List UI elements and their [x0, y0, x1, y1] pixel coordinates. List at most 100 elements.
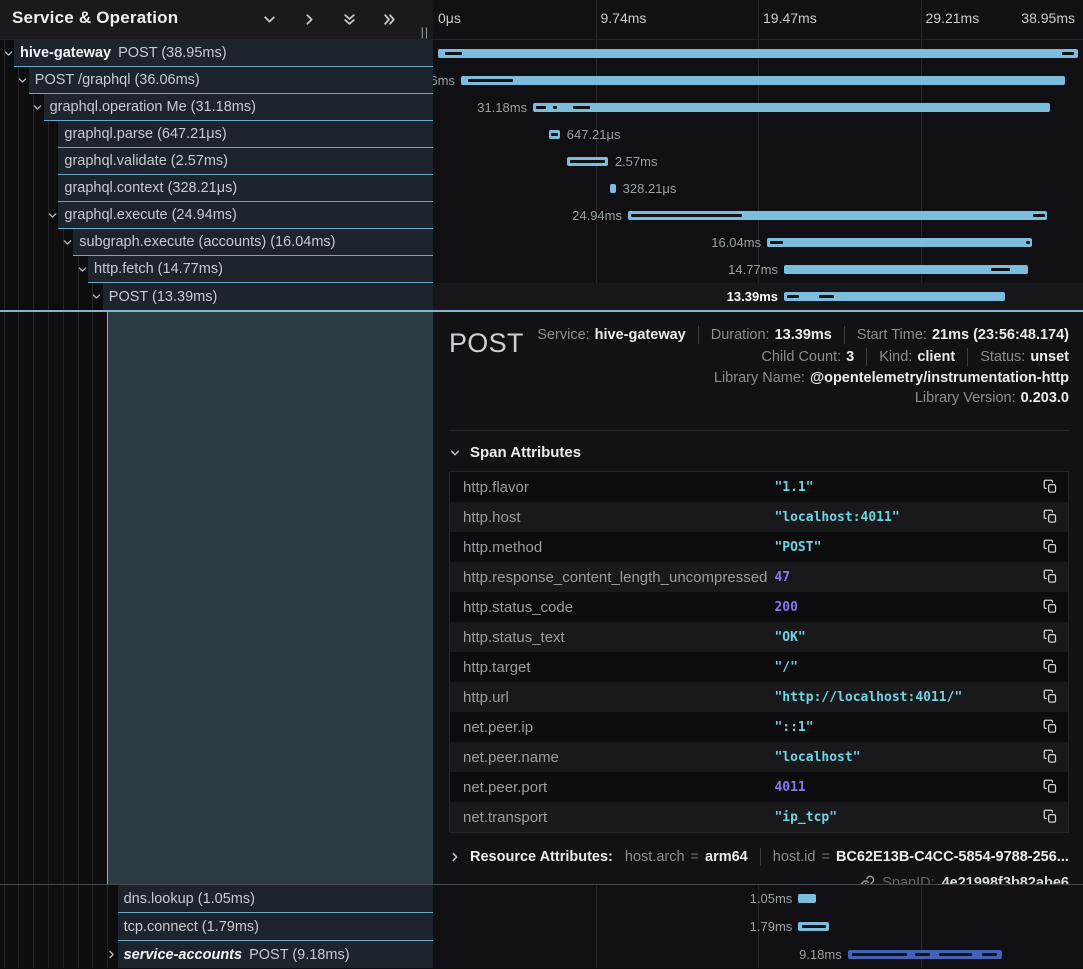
span-label: subgraph.execute (accounts) (16.04ms)	[73, 234, 335, 250]
span-operation-name: POST (13.39ms)	[109, 289, 218, 305]
chevron-down-icon[interactable]	[2, 48, 14, 59]
span-row[interactable]: graphql.execute (24.94ms)	[58, 202, 433, 229]
attribute-key: http.status_text	[450, 629, 565, 646]
trace-viewer-window: Service & Operation || 0μs9.74ms19.47ms2…	[0, 0, 1083, 968]
span-bar-row[interactable]: 16.04ms	[433, 229, 1083, 256]
copy-icon[interactable]	[1043, 659, 1058, 674]
span-row[interactable]: http.fetch (14.77ms)	[88, 256, 433, 283]
span-row[interactable]: graphql.context (328.21μs)	[58, 175, 433, 202]
double-chevron-down-icon[interactable]	[342, 12, 357, 27]
span-label: http.fetch (14.77ms)	[88, 261, 223, 277]
overview-item-label: Service:	[537, 327, 589, 343]
span-bar[interactable]	[798, 894, 816, 903]
copy-icon[interactable]	[1043, 779, 1058, 794]
resource-attribute-item: host.id=BC62E13B-C4CC-5854-9788-256...	[773, 849, 1069, 865]
detail-overview: Service:hive-gatewayDuration:13.39msStar…	[537, 326, 1069, 406]
copy-icon[interactable]	[1043, 479, 1058, 494]
overview-item-value: 13.39ms	[775, 327, 832, 343]
copy-icon[interactable]	[1043, 509, 1058, 524]
span-bar-row[interactable]: 31.18ms	[433, 94, 1083, 121]
span-attributes-section: Span Attributes http.flavor"1.1"http.hos…	[449, 430, 1069, 833]
span-duration-label: 16.04ms	[711, 235, 761, 250]
indent-guide	[33, 312, 34, 884]
chevron-right-icon[interactable]	[302, 12, 317, 27]
span-detail-left-gutter	[0, 312, 433, 884]
resource-attribute-value: BC62E13B-C4CC-5854-9788-256...	[836, 849, 1069, 865]
span-row[interactable]: service-accountsPOST (9.18ms)	[118, 941, 433, 968]
span-row[interactable]: graphql.validate (2.57ms)	[58, 148, 433, 175]
span-bar-row[interactable]: 1.79ms	[433, 913, 1083, 941]
chevron-down-icon[interactable]	[262, 12, 277, 27]
span-detail-section: POST Service:hive-gatewayDuration:13.39m…	[0, 310, 1083, 884]
overview-line: Library Name:@opentelemetry/instrumentat…	[714, 370, 1069, 386]
attribute-row: net.peer.ip"::1"	[450, 712, 1068, 742]
span-bar-row[interactable]: 9.18ms	[433, 941, 1083, 969]
span-bar[interactable]	[438, 49, 1078, 58]
span-bar-row[interactable]: 2.57ms	[433, 148, 1083, 175]
attribute-key: net.peer.name	[450, 749, 559, 766]
resource-attribute-key: host.id	[773, 849, 816, 865]
span-duration-label: 36.06ms	[433, 73, 455, 88]
chevron-down-icon[interactable]	[91, 291, 103, 302]
detail-title: POST	[449, 328, 524, 359]
child-span-tick	[445, 52, 462, 55]
span-label: graphql.context (328.21μs)	[58, 180, 237, 196]
span-bar[interactable]	[461, 76, 1066, 85]
double-chevron-right-icon[interactable]	[382, 12, 397, 27]
span-bar[interactable]	[767, 238, 1032, 247]
child-span-tick	[915, 953, 929, 956]
attribute-value: "http://localhost:4011/"	[774, 690, 962, 705]
span-operation-name: dns.lookup (1.05ms)	[124, 891, 255, 907]
span-row[interactable]: POST (13.39ms)	[103, 283, 433, 310]
span-bar-row[interactable]: 14.77ms	[433, 256, 1083, 283]
span-bar[interactable]	[784, 292, 1005, 301]
overview-item: Duration:13.39ms	[711, 327, 832, 343]
attribute-key: http.flavor	[450, 479, 529, 496]
span-bar-row[interactable]	[433, 40, 1083, 67]
drag-handle-icon[interactable]: ||	[421, 25, 429, 39]
span-row[interactable]: tcp.connect (1.79ms)	[118, 913, 433, 941]
span-bar-row[interactable]: 24.94ms	[433, 202, 1083, 229]
span-bar-row[interactable]: 647.21μs	[433, 121, 1083, 148]
span-row[interactable]: graphql.parse (647.21μs)	[58, 121, 433, 148]
chevron-down-icon[interactable]	[17, 75, 29, 86]
attribute-key: http.response_content_length_uncompresse…	[450, 569, 767, 586]
span-row[interactable]: dns.lookup (1.05ms)	[118, 885, 433, 913]
span-row[interactable]: subgraph.execute (accounts) (16.04ms)	[73, 229, 433, 256]
divider	[866, 348, 867, 366]
chevron-right-icon[interactable]	[106, 949, 118, 960]
copy-icon[interactable]	[1043, 689, 1058, 704]
span-operation-name: graphql.parse (647.21μs)	[64, 126, 226, 142]
copy-icon[interactable]	[1043, 749, 1058, 764]
span-bar[interactable]	[533, 103, 1050, 112]
copy-icon[interactable]	[1043, 569, 1058, 584]
attribute-key: http.host	[450, 509, 521, 526]
gridline	[596, 0, 597, 39]
span-row[interactable]: graphql.operation Me (31.18ms)	[44, 94, 433, 121]
chevron-down-icon[interactable]	[61, 237, 73, 248]
span-bar[interactable]	[610, 184, 616, 193]
resource-attributes-heading[interactable]: Resource Attributes:	[470, 849, 613, 865]
resource-attributes-row[interactable]: Resource Attributes: host.arch=arm64host…	[449, 848, 1069, 866]
span-bar-row[interactable]: 36.06ms	[433, 67, 1083, 94]
span-row[interactable]: hive-gatewayPOST (38.95ms)	[14, 40, 433, 67]
chevron-down-icon[interactable]	[76, 264, 88, 275]
overview-item-label: Start Time:	[857, 327, 927, 343]
copy-icon[interactable]	[1043, 719, 1058, 734]
copy-icon[interactable]	[1043, 599, 1058, 614]
overview-item: Kind:client	[879, 349, 955, 365]
copy-icon[interactable]	[1043, 809, 1058, 824]
chevron-down-icon[interactable]	[46, 210, 58, 221]
span-bar-row[interactable]: 1.05ms	[433, 885, 1083, 913]
overview-item-label: Child Count:	[761, 349, 841, 365]
span-row[interactable]: POST /graphql (36.06ms)	[29, 67, 433, 94]
chevron-down-icon[interactable]	[32, 102, 44, 113]
span-duration-label: 647.21μs	[567, 127, 621, 142]
span-bar-row[interactable]: 328.21μs	[433, 175, 1083, 202]
attribute-value: 47	[774, 570, 790, 585]
overview-item-value: unset	[1030, 349, 1069, 365]
span-bar-row[interactable]: 13.39ms	[433, 283, 1083, 310]
copy-icon[interactable]	[1043, 629, 1058, 644]
copy-icon[interactable]	[1043, 539, 1058, 554]
span-attributes-heading[interactable]: Span Attributes	[449, 444, 1069, 461]
